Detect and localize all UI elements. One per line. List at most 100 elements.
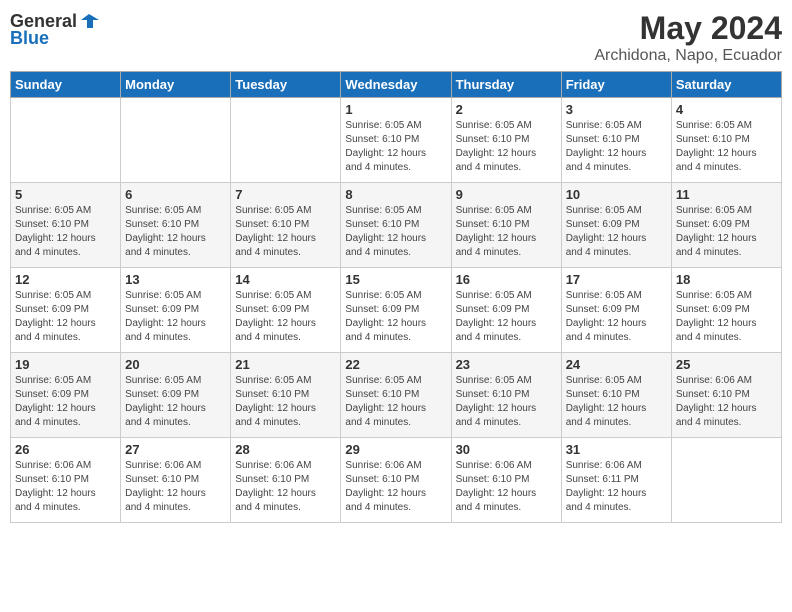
- day-info: Sunrise: 6:06 AM Sunset: 6:11 PM Dayligh…: [566, 459, 667, 515]
- day-number: 15: [345, 272, 446, 287]
- calendar-cell: 25 Sunrise: 6:06 AM Sunset: 6:10 PM Dayli…: [671, 353, 781, 438]
- calendar-cell: 6 Sunrise: 6:05 AM Sunset: 6:10 PM Daylig…: [121, 183, 231, 268]
- calendar-cell: 4Sunrise: 6:05 AM Sunset: 6:10 PM Daylig…: [671, 98, 781, 183]
- day-info: Sunrise: 6:05 AM Sunset: 6:10 PM Dayligh…: [566, 374, 667, 430]
- calendar-cell: 3 Sunrise: 6:05 AM Sunset: 6:10 PM Daylig…: [561, 98, 671, 183]
- day-info: Sunrise: 6:05 AM Sunset: 6:10 PM Dayligh…: [456, 374, 557, 430]
- day-number: 2: [456, 102, 557, 117]
- calendar-cell: 28 Sunrise: 6:06 AM Sunset: 6:10 PM Dayli…: [231, 438, 341, 523]
- header-day-wednesday: Wednesday: [341, 72, 451, 98]
- calendar-cell: 18 Sunrise: 6:05 AM Sunset: 6:09 PM Dayli…: [671, 268, 781, 353]
- day-number: 8: [345, 187, 446, 202]
- day-number: 5: [15, 187, 116, 202]
- day-number: 11: [676, 187, 777, 202]
- day-info: Sunrise: 6:05 AM Sunset: 6:09 PM Dayligh…: [566, 204, 667, 260]
- day-number: 25: [676, 357, 777, 372]
- day-number: 18: [676, 272, 777, 287]
- calendar-cell: 5 Sunrise: 6:05 AM Sunset: 6:10 PM Daylig…: [11, 183, 121, 268]
- calendar-cell: 14Sunrise: 6:05 AM Sunset: 6:09 PM Dayli…: [231, 268, 341, 353]
- day-number: 24: [566, 357, 667, 372]
- logo-blue-text: Blue: [10, 28, 49, 49]
- day-number: 9: [456, 187, 557, 202]
- day-number: 28: [235, 442, 336, 457]
- day-number: 26: [15, 442, 116, 457]
- day-number: 3: [566, 102, 667, 117]
- day-number: 19: [15, 357, 116, 372]
- day-number: 7: [235, 187, 336, 202]
- day-number: 17: [566, 272, 667, 287]
- day-info: Sunrise: 6:06 AM Sunset: 6:10 PM Dayligh…: [676, 374, 777, 430]
- day-info: Sunrise: 6:06 AM Sunset: 6:10 PM Dayligh…: [125, 459, 226, 515]
- calendar-cell: [121, 98, 231, 183]
- day-number: 21: [235, 357, 336, 372]
- header-day-monday: Monday: [121, 72, 231, 98]
- calendar-cell: 19 Sunrise: 6:05 AM Sunset: 6:09 PM Dayli…: [11, 353, 121, 438]
- day-number: 14: [235, 272, 336, 287]
- calendar-cell: 20 Sunrise: 6:05 AM Sunset: 6:09 PM Dayli…: [121, 353, 231, 438]
- calendar-week-4: 19 Sunrise: 6:05 AM Sunset: 6:09 PM Dayli…: [11, 353, 782, 438]
- calendar-cell: 2Sunrise: 6:05 AM Sunset: 6:10 PM Daylig…: [451, 98, 561, 183]
- calendar-cell: 11 Sunrise: 6:05 AM Sunset: 6:09 PM Dayli…: [671, 183, 781, 268]
- day-number: 27: [125, 442, 226, 457]
- day-info: Sunrise: 6:05 AM Sunset: 6:09 PM Dayligh…: [456, 289, 557, 345]
- day-info: Sunrise: 6:06 AM Sunset: 6:10 PM Dayligh…: [456, 459, 557, 515]
- calendar-table: SundayMondayTuesdayWednesdayThursdayFrid…: [10, 71, 782, 523]
- day-info: Sunrise: 6:05 AM Sunset: 6:10 PM Dayligh…: [345, 374, 446, 430]
- day-info: Sunrise: 6:05 AM Sunset: 6:09 PM Dayligh…: [125, 374, 226, 430]
- calendar-cell: 9 Sunrise: 6:05 AM Sunset: 6:10 PM Daylig…: [451, 183, 561, 268]
- calendar-cell: 15 Sunrise: 6:05 AM Sunset: 6:09 PM Dayli…: [341, 268, 451, 353]
- day-info: Sunrise: 6:06 AM Sunset: 6:10 PM Dayligh…: [345, 459, 446, 515]
- day-number: 22: [345, 357, 446, 372]
- day-info: Sunrise: 6:05 AM Sunset: 6:09 PM Dayligh…: [125, 289, 226, 345]
- day-info: Sunrise: 6:05 AM Sunset: 6:09 PM Dayligh…: [345, 289, 446, 345]
- header-day-saturday: Saturday: [671, 72, 781, 98]
- calendar-cell: 30 Sunrise: 6:06 AM Sunset: 6:10 PM Dayli…: [451, 438, 561, 523]
- day-info: Sunrise: 6:05 AM Sunset: 6:10 PM Dayligh…: [125, 204, 226, 260]
- day-info: Sunrise: 6:05 AM Sunset: 6:10 PM Dayligh…: [676, 119, 777, 175]
- day-number: 31: [566, 442, 667, 457]
- day-info: Sunrise: 6:05 AM Sunset: 6:09 PM Dayligh…: [566, 289, 667, 345]
- day-number: 10: [566, 187, 667, 202]
- day-info: Sunrise: 6:06 AM Sunset: 6:10 PM Dayligh…: [235, 459, 336, 515]
- calendar-cell: 23 Sunrise: 6:05 AM Sunset: 6:10 PM Dayli…: [451, 353, 561, 438]
- month-title: May 2024: [594, 10, 782, 47]
- day-info: Sunrise: 6:05 AM Sunset: 6:10 PM Dayligh…: [456, 204, 557, 260]
- day-info: Sunrise: 6:05 AM Sunset: 6:09 PM Dayligh…: [676, 204, 777, 260]
- day-number: 30: [456, 442, 557, 457]
- location-title: Archidona, Napo, Ecuador: [594, 47, 782, 65]
- calendar-cell: 29Sunrise: 6:06 AM Sunset: 6:10 PM Dayli…: [341, 438, 451, 523]
- day-info: Sunrise: 6:05 AM Sunset: 6:09 PM Dayligh…: [15, 374, 116, 430]
- calendar-cell: 21 Sunrise: 6:05 AM Sunset: 6:10 PM Dayli…: [231, 353, 341, 438]
- day-info: Sunrise: 6:05 AM Sunset: 6:10 PM Dayligh…: [15, 204, 116, 260]
- day-number: 12: [15, 272, 116, 287]
- day-info: Sunrise: 6:06 AM Sunset: 6:10 PM Dayligh…: [15, 459, 116, 515]
- day-info: Sunrise: 6:05 AM Sunset: 6:10 PM Dayligh…: [235, 374, 336, 430]
- day-number: 6: [125, 187, 226, 202]
- page-header: General Blue May 2024 Archidona, Napo, E…: [10, 10, 782, 65]
- day-info: Sunrise: 6:05 AM Sunset: 6:10 PM Dayligh…: [235, 204, 336, 260]
- calendar-cell: 12 Sunrise: 6:05 AM Sunset: 6:09 PM Dayli…: [11, 268, 121, 353]
- calendar-cell: 8Sunrise: 6:05 AM Sunset: 6:10 PM Daylig…: [341, 183, 451, 268]
- calendar-cell: [671, 438, 781, 523]
- calendar-cell: 16 Sunrise: 6:05 AM Sunset: 6:09 PM Dayli…: [451, 268, 561, 353]
- day-number: 23: [456, 357, 557, 372]
- calendar-cell: 31 Sunrise: 6:06 AM Sunset: 6:11 PM Dayli…: [561, 438, 671, 523]
- logo-bird-icon: [79, 10, 101, 32]
- calendar-cell: [231, 98, 341, 183]
- header-row: SundayMondayTuesdayWednesdayThursdayFrid…: [11, 72, 782, 98]
- calendar-week-1: 1 Sunrise: 6:05 AM Sunset: 6:10 PM Daylig…: [11, 98, 782, 183]
- header-day-thursday: Thursday: [451, 72, 561, 98]
- day-info: Sunrise: 6:05 AM Sunset: 6:10 PM Dayligh…: [566, 119, 667, 175]
- day-number: 1: [345, 102, 446, 117]
- day-number: 20: [125, 357, 226, 372]
- calendar-week-3: 12 Sunrise: 6:05 AM Sunset: 6:09 PM Dayli…: [11, 268, 782, 353]
- day-info: Sunrise: 6:05 AM Sunset: 6:10 PM Dayligh…: [345, 119, 446, 175]
- calendar-week-5: 26 Sunrise: 6:06 AM Sunset: 6:10 PM Dayli…: [11, 438, 782, 523]
- calendar-cell: 7 Sunrise: 6:05 AM Sunset: 6:10 PM Daylig…: [231, 183, 341, 268]
- day-info: Sunrise: 6:05 AM Sunset: 6:09 PM Dayligh…: [676, 289, 777, 345]
- day-info: Sunrise: 6:05 AM Sunset: 6:09 PM Dayligh…: [15, 289, 116, 345]
- header-day-tuesday: Tuesday: [231, 72, 341, 98]
- calendar-cell: 13Sunrise: 6:05 AM Sunset: 6:09 PM Dayli…: [121, 268, 231, 353]
- logo: General Blue: [10, 10, 101, 49]
- day-number: 16: [456, 272, 557, 287]
